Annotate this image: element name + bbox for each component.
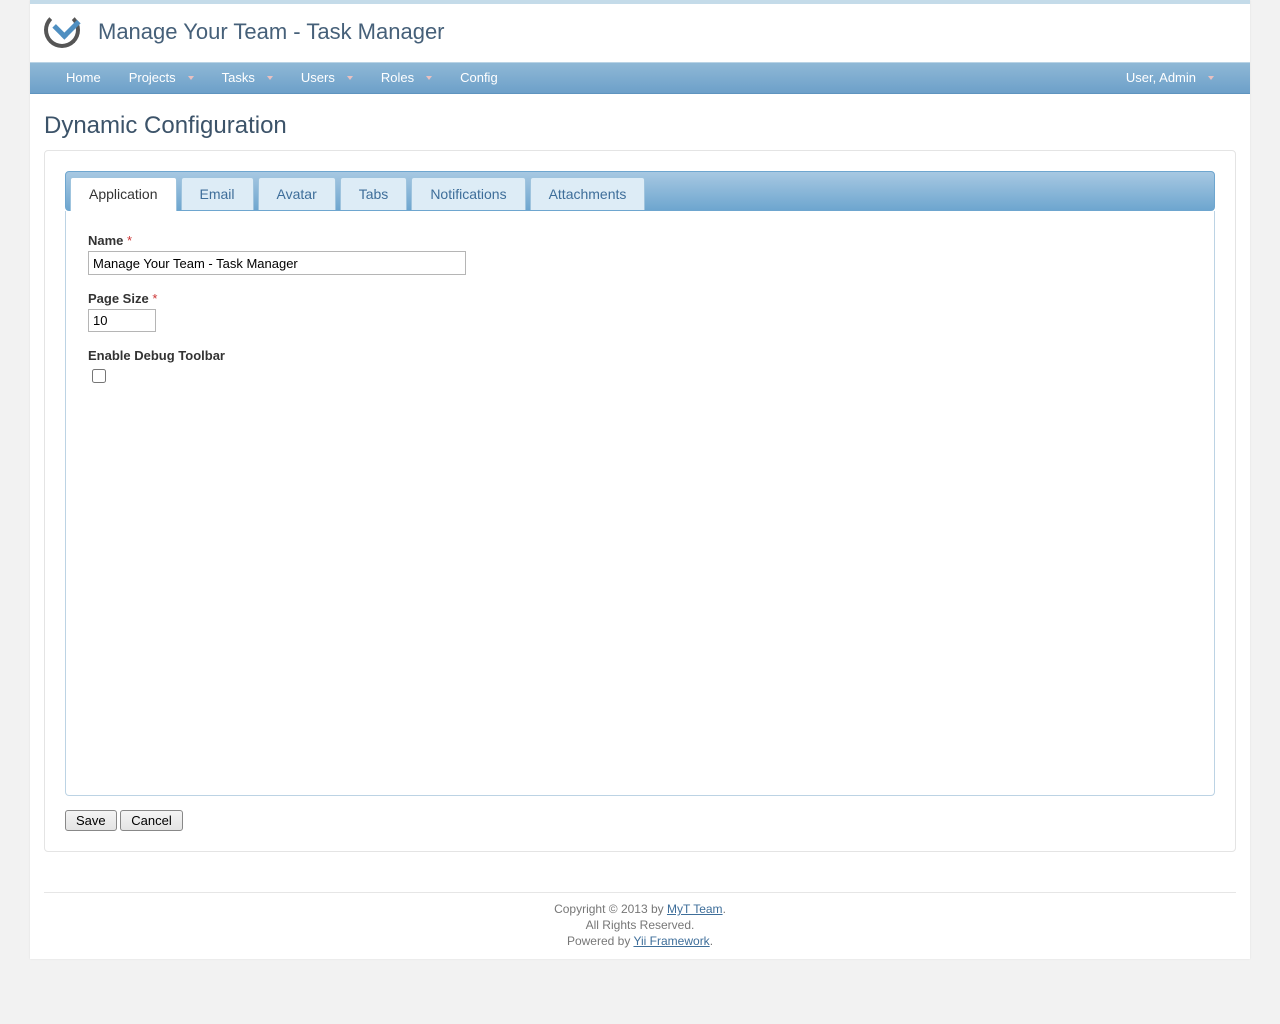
footer: Copyright © 2013 by MyT Team. All Rights… <box>30 901 1250 959</box>
name-input[interactable] <box>88 251 466 275</box>
nav-home-label: Home <box>66 63 101 93</box>
debug-label: Enable Debug Toolbar <box>88 348 1192 363</box>
page-title: Dynamic Configuration <box>30 94 1250 150</box>
nav-roles-label: Roles <box>381 63 414 93</box>
nav-projects-label: Projects <box>129 63 176 93</box>
config-card: Application Email Avatar Tabs Notificati… <box>44 150 1236 852</box>
required-mark: * <box>152 291 157 306</box>
tab-email[interactable]: Email <box>181 177 254 210</box>
tab-avatar-label: Avatar <box>277 186 317 202</box>
main-nav: Home Projects Tasks Users Roles Config <box>30 62 1250 94</box>
caret-down-icon <box>426 76 432 80</box>
tab-tabs-label: Tabs <box>359 186 389 202</box>
logo-icon <box>44 12 84 52</box>
tab-tabs[interactable]: Tabs <box>340 177 408 210</box>
nav-user-label: User, Admin <box>1126 63 1196 93</box>
pagesize-input[interactable] <box>88 309 156 332</box>
footer-period2: . <box>710 934 713 948</box>
footer-copyright-prefix: Copyright © 2013 by <box>554 902 667 916</box>
tab-notifications-label: Notifications <box>430 186 506 202</box>
nav-roles[interactable]: Roles <box>367 63 446 93</box>
app-viewport: Manage Your Team - Task Manager Home Pro… <box>30 0 1250 959</box>
nav-tasks[interactable]: Tasks <box>208 63 287 93</box>
footer-period: . <box>723 902 726 916</box>
field-name: Name * <box>88 233 1192 275</box>
name-label: Name * <box>88 233 1192 248</box>
caret-down-icon <box>1208 76 1214 80</box>
footer-separator <box>44 892 1236 893</box>
tab-attachments-label: Attachments <box>549 186 627 202</box>
nav-config[interactable]: Config <box>446 63 512 93</box>
caret-down-icon <box>188 76 194 80</box>
nav-users[interactable]: Users <box>287 63 367 93</box>
header: Manage Your Team - Task Manager <box>30 4 1250 62</box>
pagesize-label-text: Page Size <box>88 291 149 306</box>
field-pagesize: Page Size * <box>88 291 1192 332</box>
nav-projects[interactable]: Projects <box>115 63 208 93</box>
tab-notifications[interactable]: Notifications <box>411 177 525 210</box>
tab-attachments[interactable]: Attachments <box>530 177 646 210</box>
form-actions: Save Cancel <box>65 810 1215 831</box>
footer-team-link[interactable]: MyT Team <box>667 902 723 916</box>
cancel-button[interactable]: Cancel <box>120 810 182 831</box>
save-button[interactable]: Save <box>65 810 117 831</box>
footer-powered-prefix: Powered by <box>567 934 634 948</box>
tab-application-label: Application <box>89 186 158 202</box>
tabstrip: Application Email Avatar Tabs Notificati… <box>65 171 1215 211</box>
caret-down-icon <box>267 76 273 80</box>
tab-body: Name * Page Size * Enable Debug Toolbar <box>65 211 1215 796</box>
tab-avatar[interactable]: Avatar <box>258 177 336 210</box>
footer-rights: All Rights Reserved. <box>30 917 1250 933</box>
nav-home[interactable]: Home <box>52 63 115 93</box>
nav-user-menu[interactable]: User, Admin <box>1112 63 1228 93</box>
pagesize-label: Page Size * <box>88 291 1192 306</box>
tab-application[interactable]: Application <box>70 177 177 211</box>
nav-users-label: Users <box>301 63 335 93</box>
nav-config-label: Config <box>460 63 498 93</box>
field-debug: Enable Debug Toolbar <box>88 348 1192 386</box>
nav-tasks-label: Tasks <box>222 63 255 93</box>
app-title: Manage Your Team - Task Manager <box>98 19 445 45</box>
caret-down-icon <box>347 76 353 80</box>
tab-email-label: Email <box>200 186 235 202</box>
required-mark: * <box>127 233 132 248</box>
name-label-text: Name <box>88 233 123 248</box>
debug-checkbox[interactable] <box>92 369 106 383</box>
footer-framework-link[interactable]: Yii Framework <box>633 934 709 948</box>
